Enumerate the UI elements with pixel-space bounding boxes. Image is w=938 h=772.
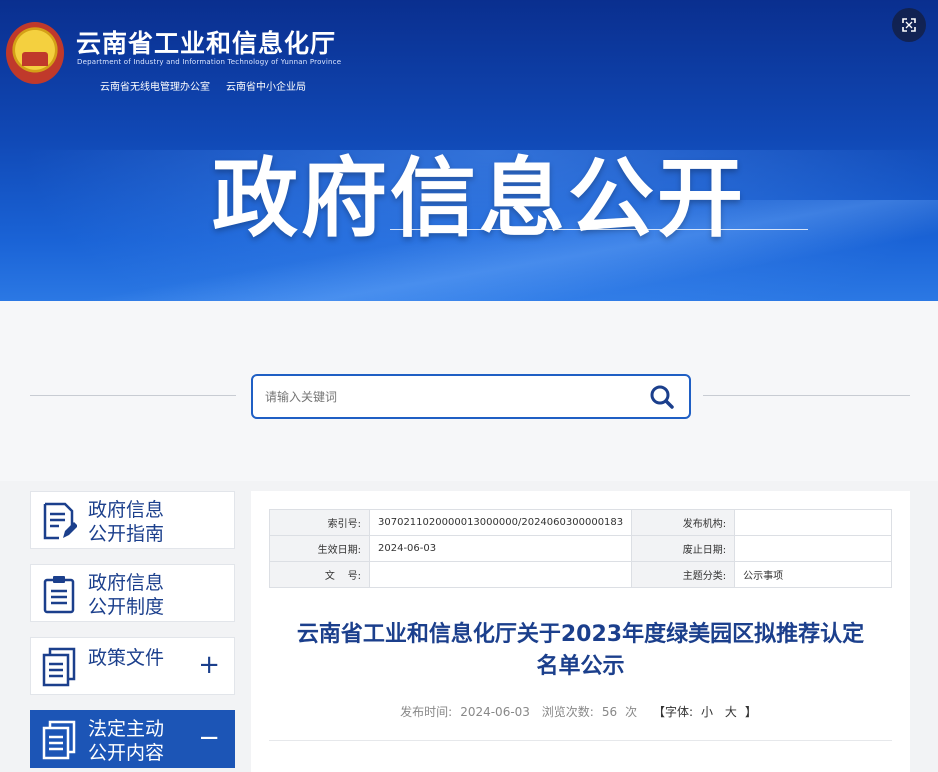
sub-orgs: 云南省无线电管理办公室 云南省中小企业局 <box>100 78 306 93</box>
org-name: 云南省工业和信息化厅 <box>76 29 337 58</box>
expand-plus-icon[interactable]: + <box>198 652 220 678</box>
divider <box>30 395 236 396</box>
article-meta: 发布时间: 2024-06-03 浏览次数: 56 次 【字体: 小 大】 <box>269 703 892 720</box>
documents-icon <box>42 720 76 760</box>
sidebar-item-label: 政府信息 <box>88 499 165 521</box>
sidebar-item-policy-documents[interactable]: 政策文件 + <box>30 637 235 695</box>
effective-date-value: 2024-06-03 <box>368 535 633 562</box>
article-title-line: 名单公示 <box>536 654 625 679</box>
article-panel: 索引号: 3070211020000013000000/202406030000… <box>251 491 910 772</box>
search-box <box>251 374 691 419</box>
national-emblem-icon: ★ <box>6 22 64 84</box>
header-banner: ★ 云南省工业和信息化厅 Department of Industry and … <box>0 0 938 301</box>
sub-org-link[interactable]: 云南省无线电管理办公室 <box>100 78 210 93</box>
font-large-button[interactable]: 大 <box>725 705 737 719</box>
publisher-label: 发布机构: <box>631 509 736 536</box>
doc-number-label: 文 号: <box>269 561 370 588</box>
documents-icon <box>42 647 76 687</box>
sidebar-item-label: 公开指南 <box>88 523 165 545</box>
sidebar-item-label: 法定主动 <box>88 718 165 740</box>
index-value: 3070211020000013000000/2024060300000183 <box>368 509 633 536</box>
font-size-control: 【字体: 小 大】 <box>649 705 761 719</box>
banner-underline <box>390 229 808 230</box>
search-input[interactable] <box>265 386 625 408</box>
table-row: 索引号: 3070211020000013000000/202406030000… <box>269 509 892 536</box>
font-small-button[interactable]: 小 <box>701 705 713 719</box>
expire-date-value <box>734 535 892 562</box>
search-icon[interactable] <box>649 384 675 410</box>
table-row: 生效日期: 2024-06-03 废止日期: <box>269 535 892 562</box>
doc-number-value <box>368 561 633 588</box>
views-unit: 次 <box>625 705 638 719</box>
sidebar-item-statutory-content[interactable]: 法定主动 公开内容 − <box>30 710 235 768</box>
index-label: 索引号: <box>269 509 370 536</box>
publisher-value <box>734 509 892 536</box>
sidebar-item-label: 政府信息 <box>88 572 165 594</box>
publish-date: 2024-06-03 <box>460 705 530 719</box>
category-value: 公示事项 <box>734 561 892 588</box>
category-label: 主题分类: <box>631 561 736 588</box>
effective-date-label: 生效日期: <box>269 535 370 562</box>
collapse-minus-icon[interactable]: − <box>198 725 220 751</box>
font-size-bracket: 【字体: <box>652 705 693 719</box>
divider <box>269 740 892 741</box>
article-title-line: 云南省工业和信息化厅关于2023年度绿美园区拟推荐认定 <box>296 622 865 647</box>
divider <box>703 395 910 396</box>
article-title: 云南省工业和信息化厅关于2023年度绿美园区拟推荐认定 名单公示 <box>269 619 892 683</box>
views-label: 浏览次数: <box>541 705 594 719</box>
table-row: 文 号: 主题分类: 公示事项 <box>269 561 892 588</box>
sidebar-item-label: 公开内容 <box>88 742 165 764</box>
sidebar-item-disclosure-guide[interactable]: 政府信息 公开指南 <box>30 491 235 549</box>
sidebar-item-label: 政策文件 <box>88 647 165 669</box>
sidebar-item-label: 公开制度 <box>88 596 165 618</box>
sidebar-item-disclosure-system[interactable]: 政府信息 公开制度 <box>30 564 235 622</box>
org-english-name: Department of Industry and Information T… <box>77 58 342 66</box>
clipboard-icon <box>43 576 75 614</box>
views-count: 56 <box>601 705 618 719</box>
metadata-table: 索引号: 3070211020000013000000/202406030000… <box>269 509 892 588</box>
expand-icon[interactable] <box>892 8 926 42</box>
banner-title: 政府信息公开 <box>212 149 746 249</box>
font-size-bracket: 】 <box>744 705 757 719</box>
expire-date-label: 废止日期: <box>631 535 736 562</box>
document-edit-icon <box>43 502 77 540</box>
sub-org-link[interactable]: 云南省中小企业局 <box>226 78 306 93</box>
publish-label: 发布时间: <box>400 705 453 719</box>
